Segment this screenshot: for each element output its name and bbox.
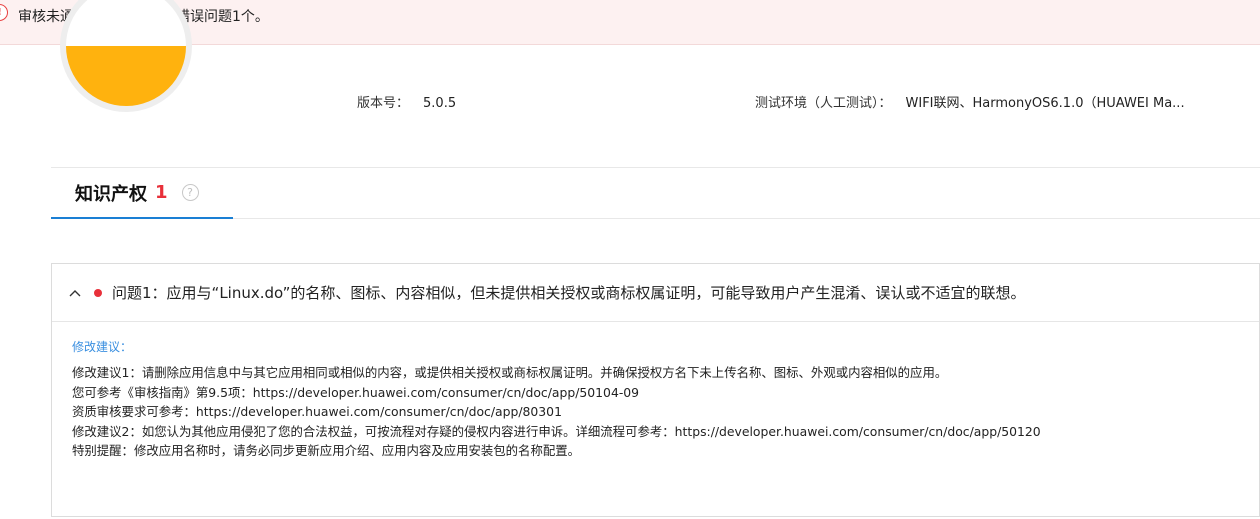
chevron-up-icon[interactable]	[68, 286, 82, 300]
help-icon[interactable]: ?	[181, 184, 199, 201]
tab-error-count: 1	[155, 182, 168, 203]
suggestion-title: 修改建议：	[72, 340, 133, 354]
issue-body: 修改建议： 修改建议1：请删除应用信息中与其它应用相同或相似的内容，或提供相关授…	[52, 322, 1259, 461]
tab-label: 知识产权	[75, 183, 147, 205]
issue-header[interactable]: 问题1：应用与“Linux.do”的名称、图标、内容相似，但未提供相关授权或商标…	[52, 264, 1259, 322]
suggestion-line: 修改建议2：如您认为其他应用侵犯了您的合法权益，可按流程对存疑的侵权内容进行申诉…	[72, 423, 1041, 439]
test-env-label: 测试环境（人工测试）：	[755, 96, 892, 111]
version-value: 5.0.5	[423, 96, 457, 111]
issue-card: 问题1：应用与“Linux.do”的名称、图标、内容相似，但未提供相关授权或商标…	[51, 263, 1260, 517]
version-info: 版本号： 5.0.5	[357, 92, 456, 111]
test-env-info: 测试环境（人工测试）： WIFI联网、HarmonyOS6.1.0（HUAWEI …	[755, 92, 1185, 111]
version-label: 版本号：	[357, 96, 410, 111]
suggestion-line: 修改建议1：请删除应用信息中与其它应用相同或相似的内容，或提供相关授权或商标权属…	[72, 365, 948, 380]
error-dot-icon	[94, 288, 102, 297]
tab-intellectual-property[interactable]: 知识产权 1 ?	[51, 168, 233, 219]
suggestion-line: 资质审核要求可参考：https://developer.huawei.com/c…	[72, 404, 562, 419]
suggestion-line: 特别提醒：修改应用名称时，请务必同步更新应用介绍、应用内容及应用安装包的名称配置…	[72, 443, 581, 458]
suggestion-line: 您可参考《审核指南》第9.5项：https://developer.huawei…	[72, 384, 640, 400]
warning-icon: !	[0, 4, 8, 21]
test-env-value: WIFI联网、HarmonyOS6.1.0（HUAWEI Ma...	[905, 96, 1185, 111]
issue-title: 问题1：应用与“Linux.do”的名称、图标、内容相似，但未提供相关授权或商标…	[112, 284, 1026, 302]
app-icon	[60, 0, 192, 112]
tab-bar: 知识产权 1 ?	[51, 168, 1260, 219]
